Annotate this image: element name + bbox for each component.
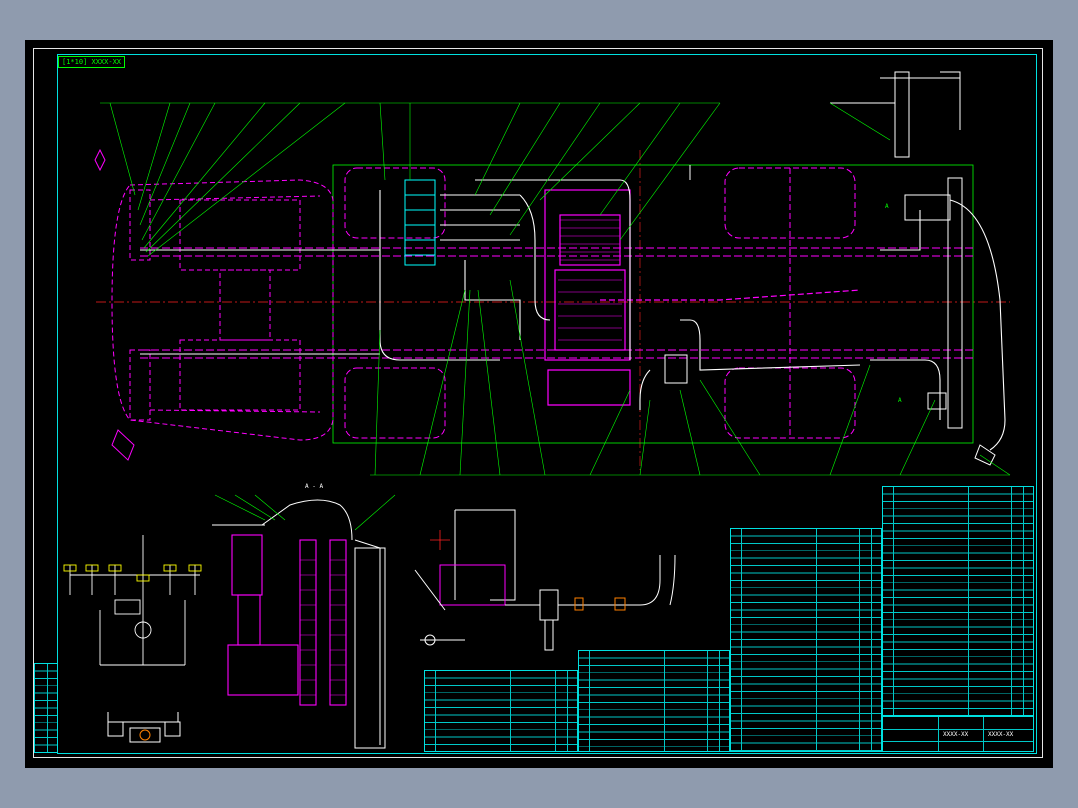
parts-list-right [730,528,882,752]
drawing-number-cell: XXXX-XX [988,731,1014,738]
revision-table [34,663,58,753]
parts-list-left [424,670,578,752]
title-block: XXXX-XX XXXX-XX [882,716,1034,752]
parts-list-far-right [882,486,1034,716]
parts-list-center [578,650,730,752]
detail-a-label: A [885,203,889,210]
section-aa-label: A - A [305,483,323,490]
detail-a-label-2: A [898,397,902,404]
drawing-name-cell: XXXX-XX [943,731,969,738]
